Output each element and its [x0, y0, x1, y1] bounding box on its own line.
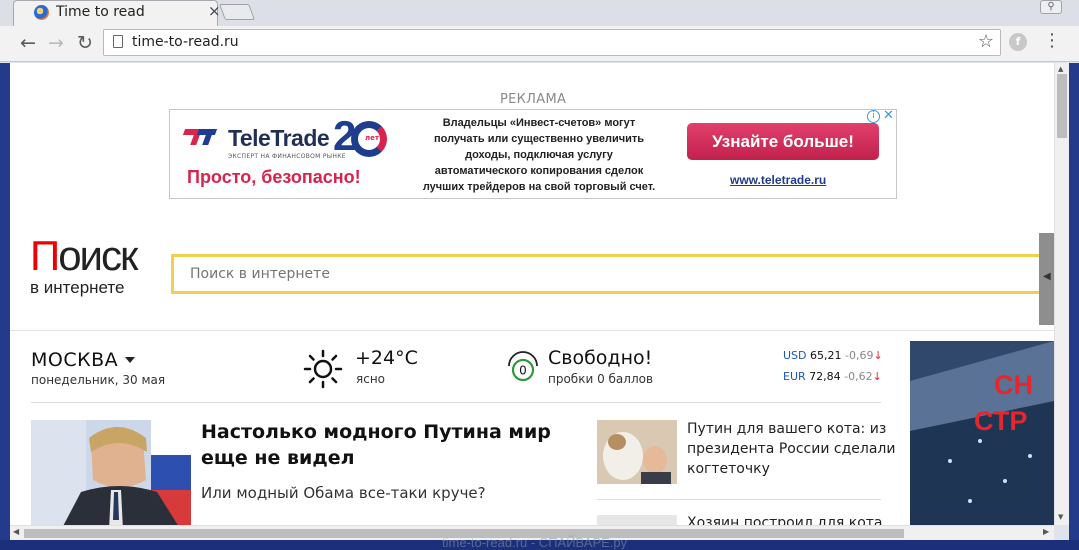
- search-logo-sub: в интернете: [30, 278, 125, 297]
- ad-cta-button[interactable]: Узнайте больше!: [687, 123, 879, 160]
- ad-banner[interactable]: TeleTrade ЭКСПЕРТ НА ФИНАНСОВОМ РЫНКЕ 2 …: [169, 108, 897, 199]
- right-ad-banner[interactable]: СН СТР: [910, 341, 1054, 525]
- side-panel-toggle[interactable]: ◀: [1039, 233, 1054, 325]
- forward-arrow-icon[interactable]: →: [44, 31, 68, 55]
- search-logo-first-letter: П: [30, 232, 60, 279]
- browser-toolbar: ← → ↻ time-to-read.ru ☆ f ⋮: [0, 26, 1079, 62]
- ad-brand-sub: ЭКСПЕРТ НА ФИНАНСОВОМ РЫНКЕ: [228, 153, 346, 160]
- ad-link[interactable]: www.teletrade.ru: [730, 173, 826, 187]
- ad-info-icon[interactable]: i: [867, 110, 880, 123]
- ad-brand: TeleTrade: [228, 125, 330, 151]
- desktop-edge-right: [1069, 63, 1079, 540]
- currency-code: USD: [783, 349, 807, 362]
- vertical-scrollbar[interactable]: ▲ ▼: [1054, 63, 1069, 525]
- menu-kebab-icon[interactable]: ⋮: [1043, 30, 1061, 51]
- weather-date: понедельник, 30 мая: [31, 373, 166, 387]
- currency-value: 65,21: [810, 349, 842, 362]
- traffic-score: 0: [519, 364, 527, 378]
- news-side-image[interactable]: [597, 515, 677, 525]
- anniversary-unit: лет: [365, 134, 379, 142]
- divider: [31, 402, 881, 403]
- currency-code: EUR: [783, 370, 806, 383]
- currency-row-eur[interactable]: EUR 72,84 -0,62↓: [783, 370, 882, 383]
- divider: [10, 330, 1054, 331]
- ad-text-line: доходы, подключая услугу: [465, 149, 613, 161]
- arrow-down-icon: ↓: [873, 349, 883, 362]
- new-tab-button[interactable]: [219, 4, 255, 20]
- tab-bar: Time to read × ⚲: [0, 0, 1079, 26]
- ad-text-line: Владельцы «Инвест-счетов» могут: [442, 117, 636, 129]
- banner-line-2: СТР: [974, 406, 1028, 436]
- tab-title: Time to read: [56, 4, 145, 20]
- ad-text-line: получать или существенно увеличить: [433, 133, 645, 145]
- news-main-subtitle[interactable]: Или модный Обама все-таки круче?: [201, 484, 486, 502]
- page-icon: [113, 35, 123, 48]
- ad-close-icon[interactable]: ✕: [883, 108, 894, 123]
- weather-condition: ясно: [356, 372, 386, 386]
- ad-slogan: Просто, безопасно!: [187, 167, 361, 187]
- url-text[interactable]: time-to-read.ru: [132, 34, 239, 50]
- news-side-image[interactable]: [597, 420, 677, 484]
- ad-text-line: автоматического копирования сделок: [434, 165, 644, 177]
- teletrade-logo-icon: [182, 126, 218, 148]
- tab-time-to-read[interactable]: Time to read ×: [13, 0, 221, 26]
- desktop-edge-left: [0, 63, 10, 540]
- browser-favicon-icon: [34, 5, 49, 20]
- currency-value: 72,84: [809, 370, 841, 383]
- chevron-down-icon[interactable]: [125, 357, 135, 363]
- reload-icon[interactable]: ↻: [73, 31, 97, 55]
- search-input[interactable]: [171, 254, 1054, 294]
- weather-city[interactable]: МОСКВА: [31, 349, 118, 371]
- ad-label: РЕКЛАМА: [500, 92, 567, 107]
- banner-line-1: СН: [994, 370, 1033, 400]
- ad-text: Владельцы «Инвест-счетов» могут получать…: [408, 115, 670, 195]
- currency-change: -0,69: [845, 349, 874, 362]
- chevron-left-icon: ◀: [1043, 271, 1051, 282]
- address-bar[interactable]: time-to-read.ru ☆: [103, 29, 1001, 56]
- bookmark-star-icon[interactable]: ☆: [978, 31, 994, 52]
- search-logo-rest: оиск: [58, 232, 138, 279]
- traffic-subtitle: пробки 0 баллов: [548, 372, 654, 386]
- divider: [597, 499, 881, 500]
- currency-row-usd[interactable]: USD 65,21 -0,69↓: [783, 349, 883, 362]
- vertical-scroll-thumb[interactable]: [1057, 74, 1067, 138]
- news-side-title[interactable]: Хозяин построил для кота: [687, 515, 883, 525]
- traffic-title[interactable]: Свободно!: [548, 347, 652, 369]
- currency-change: -0,62: [844, 370, 873, 383]
- traffic-light-icon: 0: [508, 351, 538, 382]
- scroll-left-icon[interactable]: ◀: [13, 527, 19, 536]
- ad-text-line: лучших трейдеров на свой торговый счет.: [422, 181, 656, 193]
- arrow-down-icon: ↓: [872, 370, 882, 383]
- scroll-right-icon[interactable]: ▶: [1043, 527, 1049, 536]
- anniversary-badge: 2 лет: [333, 112, 389, 164]
- scroll-up-icon[interactable]: ▲: [1058, 65, 1063, 73]
- news-main-image[interactable]: [31, 420, 191, 525]
- watermark-text: time-to-read.ru - СПАЙВАРЕ.ру: [442, 535, 627, 550]
- extension-icon[interactable]: f: [1009, 33, 1027, 51]
- sun-icon: [303, 349, 343, 389]
- profile-icon[interactable]: ⚲: [1040, 0, 1062, 14]
- search-logo[interactable]: Поиск: [30, 232, 138, 279]
- back-arrow-icon[interactable]: ←: [16, 31, 40, 55]
- news-side-title[interactable]: Путин для вашего кота: из президента Рос…: [687, 419, 897, 479]
- weather-temp: +24°C: [355, 347, 418, 369]
- news-main-title[interactable]: Настолько модного Путина мир еще не виде…: [201, 419, 581, 471]
- page-viewport: РЕКЛАМА TeleTrade ЭКСПЕРТ НА ФИНАНСОВОМ …: [10, 63, 1054, 525]
- scroll-down-icon[interactable]: ▼: [1058, 513, 1063, 521]
